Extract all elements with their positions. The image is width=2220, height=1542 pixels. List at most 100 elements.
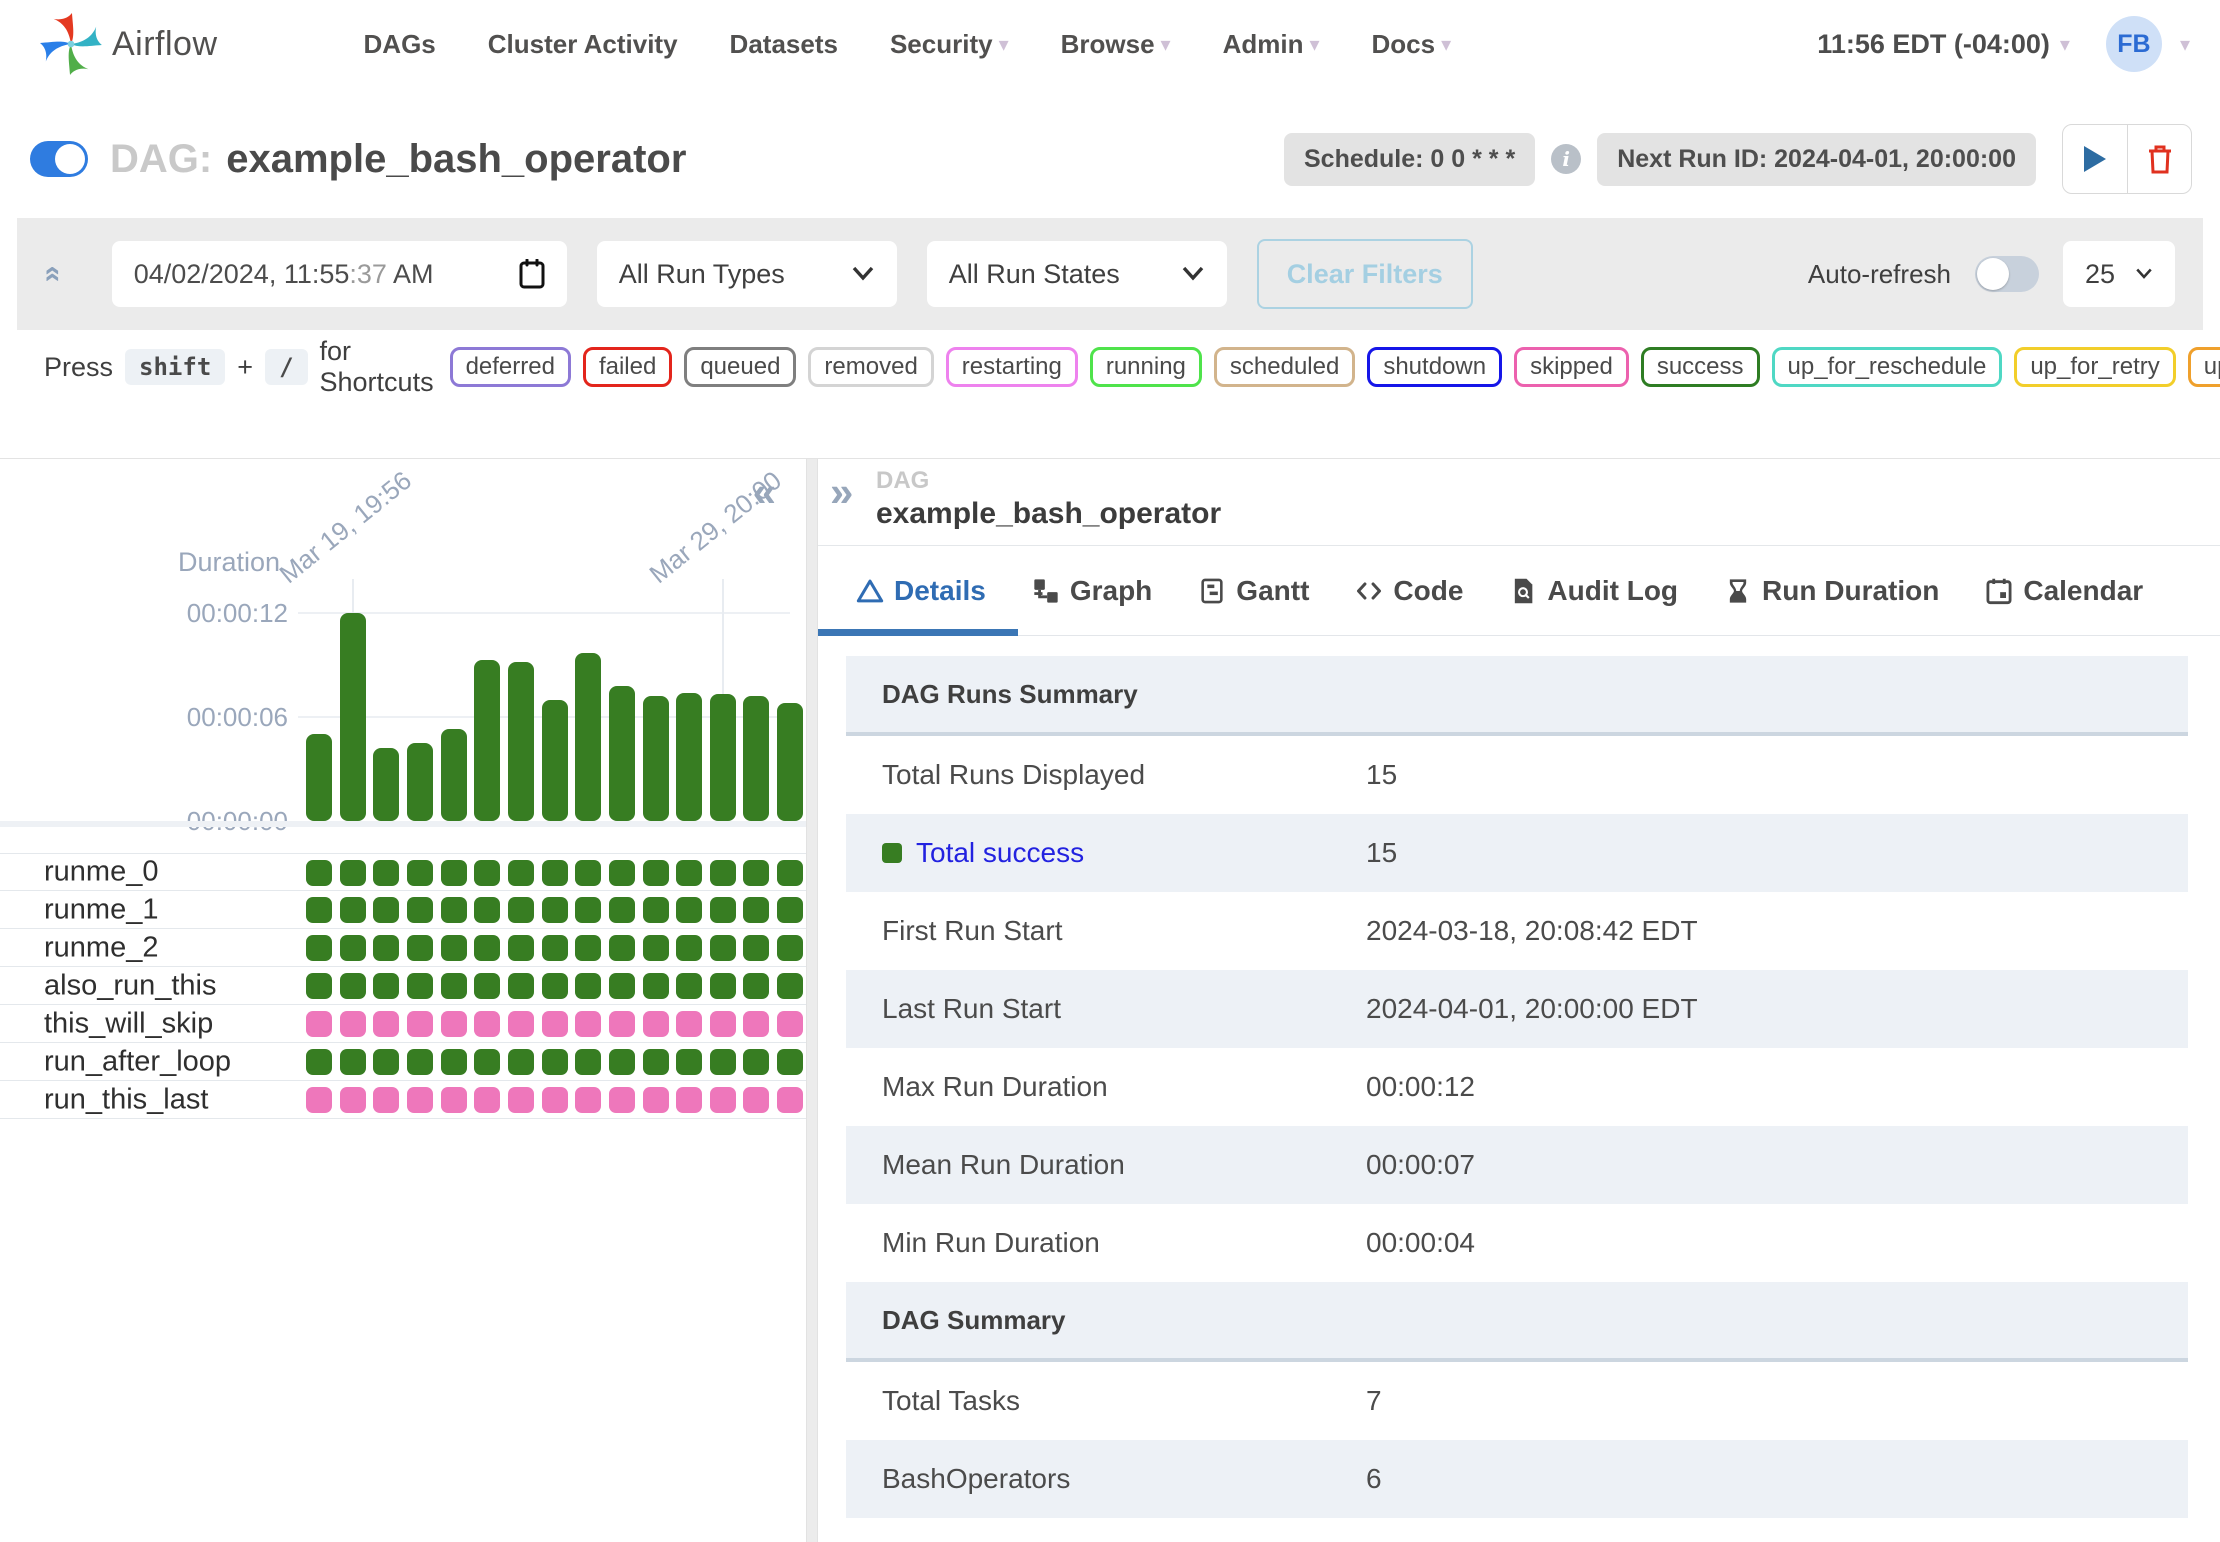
expand-details-icon[interactable]: » [830,471,853,513]
task-instance-cell[interactable] [676,1087,702,1113]
legend-chip-queued[interactable]: queued [684,347,796,387]
task-instance-cell[interactable] [777,897,803,923]
task-instance-cell[interactable] [306,1011,332,1037]
task-instance-cell[interactable] [407,935,433,961]
task-instance-cell[interactable] [407,1049,433,1075]
task-instance-cell[interactable] [508,1049,534,1075]
task-instance-cell[interactable] [777,935,803,961]
duration-bar[interactable] [743,696,769,821]
nav-item-cluster-activity[interactable]: Cluster Activity [462,29,704,60]
task-instance-cell[interactable] [710,860,736,886]
task-instance-cell[interactable] [340,935,366,961]
task-instance-cell[interactable] [340,973,366,999]
legend-chip-up-for-retry[interactable]: up_for_retry [2014,347,2175,387]
auto-refresh-toggle[interactable] [1975,256,2039,292]
task-instance-cell[interactable] [407,860,433,886]
airflow-logo[interactable]: Airflow [40,13,218,75]
page-size-select[interactable]: 25 [2063,241,2175,307]
tab-calendar[interactable]: Calendar [1985,575,2143,607]
duration-bar[interactable] [575,653,601,821]
task-instance-cell[interactable] [643,935,669,961]
task-instance-cell[interactable] [407,897,433,923]
task-instance-cell[interactable] [542,1049,568,1075]
legend-chip-scheduled[interactable]: scheduled [1214,347,1355,387]
task-instance-cell[interactable] [441,860,467,886]
task-instance-cell[interactable] [441,897,467,923]
task-instance-cell[interactable] [306,897,332,923]
task-instance-cell[interactable] [441,935,467,961]
legend-chip-skipped[interactable]: skipped [1514,347,1629,387]
task-instance-cell[interactable] [777,1087,803,1113]
task-instance-cell[interactable] [643,1049,669,1075]
legend-chip-success[interactable]: success [1641,347,1760,387]
task-instance-cell[interactable] [710,935,736,961]
task-instance-cell[interactable] [575,860,601,886]
duration-bar[interactable] [441,729,467,821]
task-instance-cell[interactable] [373,973,399,999]
clear-filters-button[interactable]: Clear Filters [1257,239,1473,309]
task-instance-cell[interactable] [743,1011,769,1037]
task-instance-cell[interactable] [575,1087,601,1113]
task-instance-cell[interactable] [373,897,399,923]
tab-run-duration[interactable]: Run Duration [1724,575,1939,607]
task-label[interactable]: run_after_loop [44,1045,231,1078]
task-instance-cell[interactable] [340,1087,366,1113]
task-instance-cell[interactable] [743,897,769,923]
tab-gantt[interactable]: Gantt [1198,575,1309,607]
panel-resize-gutter[interactable] [806,459,818,1542]
clock-dropdown[interactable]: 11:56 EDT (-04:00) ▾ [1817,29,2070,60]
task-instance-cell[interactable] [340,1049,366,1075]
legend-chip-shutdown[interactable]: shutdown [1367,347,1502,387]
nav-item-browse[interactable]: Browse▾ [1035,29,1197,60]
task-instance-cell[interactable] [407,1087,433,1113]
task-instance-cell[interactable] [676,1049,702,1075]
task-instance-cell[interactable] [609,1087,635,1113]
task-instance-cell[interactable] [676,860,702,886]
duration-bar[interactable] [542,700,568,821]
row-label[interactable]: Total success [916,837,1084,869]
task-instance-cell[interactable] [676,935,702,961]
task-instance-cell[interactable] [542,1087,568,1113]
task-instance-cell[interactable] [373,1011,399,1037]
task-instance-cell[interactable] [777,1049,803,1075]
delete-dag-button[interactable] [2127,125,2191,193]
task-instance-cell[interactable] [643,973,669,999]
nav-item-datasets[interactable]: Datasets [704,29,864,60]
task-instance-cell[interactable] [743,935,769,961]
task-instance-cell[interactable] [441,973,467,999]
task-instance-cell[interactable] [609,1049,635,1075]
task-instance-cell[interactable] [407,973,433,999]
task-instance-cell[interactable] [340,897,366,923]
task-instance-cell[interactable] [676,973,702,999]
task-instance-cell[interactable] [407,1011,433,1037]
task-instance-cell[interactable] [508,1087,534,1113]
task-instance-cell[interactable] [575,935,601,961]
nav-item-security[interactable]: Security▾ [864,29,1035,60]
duration-bar[interactable] [474,660,500,821]
task-label[interactable]: runme_1 [44,893,158,926]
task-instance-cell[interactable] [474,1087,500,1113]
task-instance-cell[interactable] [542,897,568,923]
nav-item-admin[interactable]: Admin▾ [1197,29,1346,60]
avatar[interactable]: FB [2106,16,2162,72]
task-instance-cell[interactable] [306,973,332,999]
task-instance-cell[interactable] [710,1011,736,1037]
task-instance-cell[interactable] [441,1049,467,1075]
task-instance-cell[interactable] [676,1011,702,1037]
task-instance-cell[interactable] [777,860,803,886]
task-instance-cell[interactable] [743,860,769,886]
run-types-select[interactable]: All Run Types [597,241,897,307]
task-instance-cell[interactable] [474,1049,500,1075]
task-instance-cell[interactable] [373,1087,399,1113]
task-instance-cell[interactable] [373,935,399,961]
task-instance-cell[interactable] [609,1011,635,1037]
trigger-dag-button[interactable] [2063,125,2127,193]
duration-bar[interactable] [777,703,803,821]
task-label[interactable]: run_this_last [44,1083,208,1116]
task-instance-cell[interactable] [373,1049,399,1075]
run-states-select[interactable]: All Run States [927,241,1227,307]
duration-bar[interactable] [508,662,534,821]
task-instance-cell[interactable] [643,1087,669,1113]
task-instance-cell[interactable] [575,897,601,923]
task-instance-cell[interactable] [575,1011,601,1037]
